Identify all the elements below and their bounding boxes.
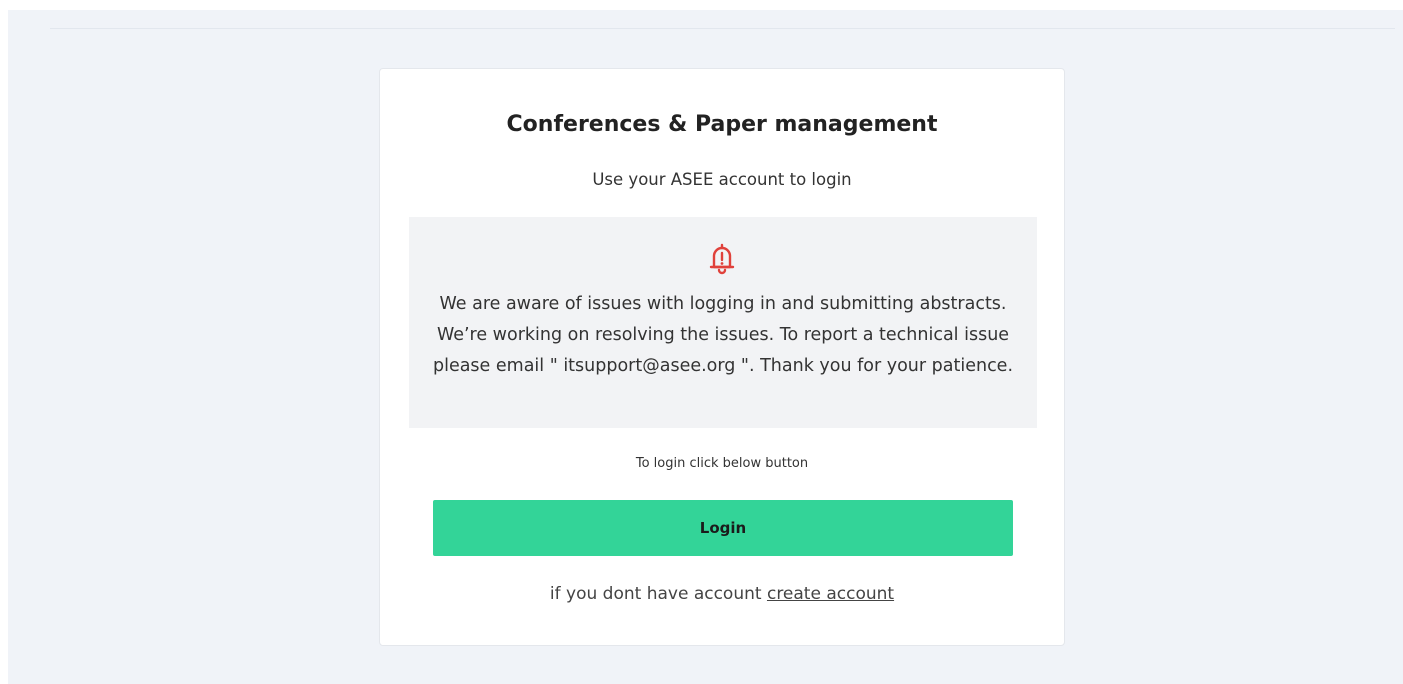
header-divider xyxy=(50,28,1395,29)
create-account-link[interactable]: create account xyxy=(767,584,894,604)
login-subtitle: Use your ASEE account to login xyxy=(592,170,852,189)
login-hint: To login click below button xyxy=(635,456,809,471)
login-button[interactable]: Login xyxy=(433,500,1013,556)
notice-message: We are aware of issues with logging in a… xyxy=(432,294,1014,376)
signup-prompt: if you dont have account create account xyxy=(380,582,1064,606)
login-card: Conferences & Paper management Use your … xyxy=(379,68,1065,646)
bell-alert-icon xyxy=(706,239,738,279)
notice-box: We are aware of issues with logging in a… xyxy=(409,217,1037,428)
page-title: Conferences & Paper management xyxy=(506,112,938,137)
signup-prompt-text: if you dont have account xyxy=(549,584,762,604)
